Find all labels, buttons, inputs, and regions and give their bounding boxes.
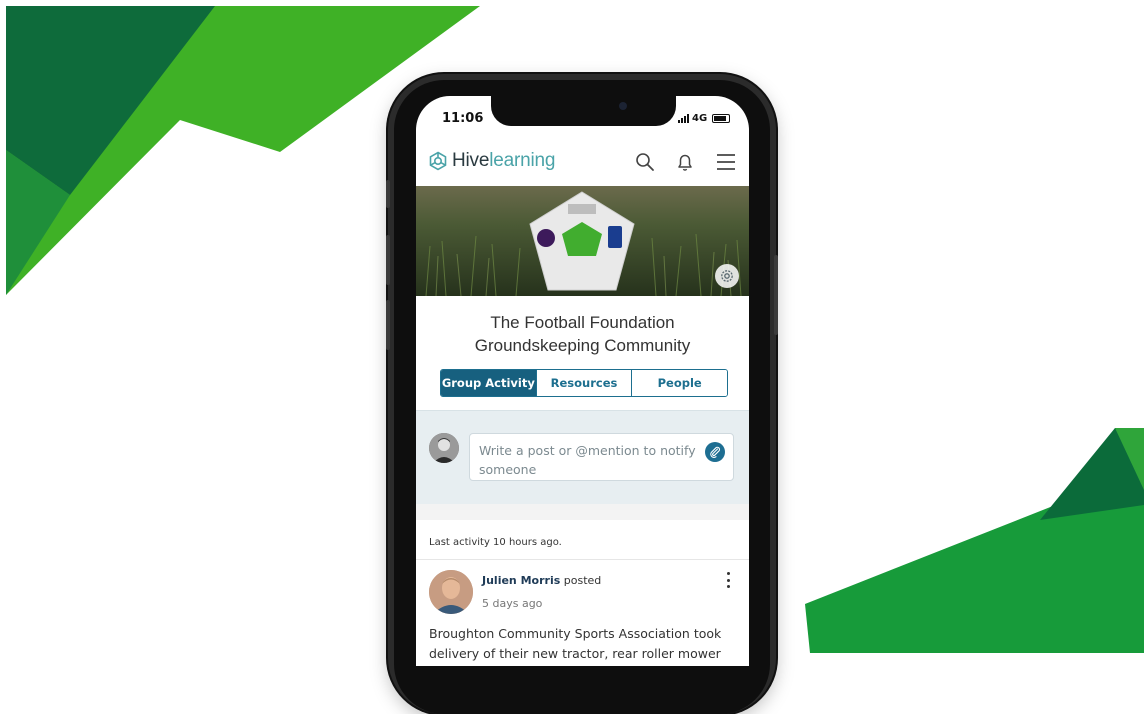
last-activity-text: Last activity 10 hours ago.: [429, 537, 562, 548]
post-timestamp: 5 days ago: [482, 597, 543, 610]
gear-icon: [721, 270, 733, 282]
group-tabs: Group Activity Resources People: [440, 369, 728, 397]
attach-button[interactable]: [705, 442, 725, 462]
app-header: Hivelearning: [416, 140, 749, 187]
signal-indicator: 4G: [678, 113, 731, 124]
hive-learning-logo[interactable]: Hivelearning: [428, 150, 555, 172]
group-banner-image: [416, 186, 749, 296]
signal-bars-icon: [678, 114, 689, 123]
search-icon[interactable]: [635, 152, 655, 172]
front-camera: [619, 102, 627, 110]
phone-volume-up: [386, 235, 390, 285]
battery-icon: [712, 114, 731, 123]
post-author-name[interactable]: Julien Morris: [482, 574, 560, 587]
paperclip-icon: [710, 446, 721, 458]
post-composer: Write a post or @mention to notify someo…: [416, 410, 749, 506]
phone-screen: 11:06 4G Hivelearning The Football Found…: [416, 96, 749, 666]
logo-primary-text: Hive: [452, 150, 490, 171]
section-divider: [416, 504, 749, 520]
tab-resources[interactable]: Resources: [536, 370, 633, 396]
group-title-line-2: Groundskeeping Community: [474, 336, 691, 355]
post-input-placeholder: Write a post or @mention to notify someo…: [479, 443, 696, 477]
group-title-line-1: The Football Foundation: [490, 313, 675, 332]
tab-people[interactable]: People: [632, 370, 727, 396]
phone-power-button: [774, 255, 778, 335]
tab-group-activity[interactable]: Group Activity: [441, 370, 537, 396]
post-options-icon[interactable]: [727, 572, 731, 588]
current-user-avatar: [429, 433, 459, 463]
post-input[interactable]: Write a post or @mention to notify someo…: [469, 433, 734, 481]
status-time: 11:06: [442, 111, 484, 126]
banner-settings-button[interactable]: [715, 264, 739, 288]
feed-separator: [416, 559, 749, 560]
logo-secondary-text: learning: [489, 150, 556, 171]
phone-notch: [491, 96, 676, 126]
grass-field-image: [416, 186, 749, 296]
post-body: Broughton Community Sports Association t…: [429, 626, 722, 661]
post-author-avatar[interactable]: [429, 570, 473, 614]
hive-logo-icon: [429, 151, 447, 171]
group-title: The Football Foundation Groundskeeping C…: [416, 311, 749, 357]
phone-volume-down: [386, 300, 390, 350]
post-action: posted: [563, 574, 602, 587]
menu-icon[interactable]: [715, 152, 737, 172]
phone-mute-switch: [386, 180, 390, 208]
bell-icon[interactable]: [675, 152, 695, 172]
network-type: 4G: [692, 113, 708, 124]
post-author-line: Julien Morris posted: [482, 574, 601, 587]
